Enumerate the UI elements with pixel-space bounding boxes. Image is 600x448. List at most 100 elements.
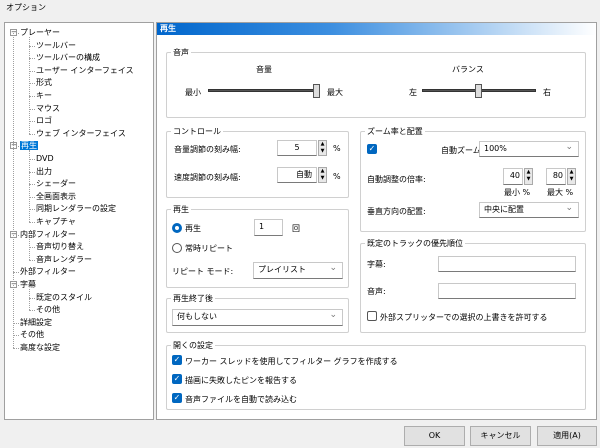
tree-connector bbox=[13, 33, 14, 348]
tree-item[interactable]: 形式 bbox=[36, 77, 52, 88]
tree-item[interactable]: DVD bbox=[36, 153, 54, 164]
volume-slider-track[interactable] bbox=[208, 89, 320, 92]
tree-item-label: 出力 bbox=[36, 166, 52, 176]
volume-max-label: 最大 bbox=[327, 88, 343, 97]
volume-step-spinner[interactable]: ▲ ▼ bbox=[318, 140, 327, 156]
group-label: 再生終了後 bbox=[171, 293, 215, 304]
tree-item-label: プレーヤー bbox=[20, 28, 60, 37]
tree-connector bbox=[13, 348, 19, 349]
fit-label: 自動調整の倍率: bbox=[367, 175, 426, 184]
volume-step-input[interactable]: 5 bbox=[277, 140, 317, 156]
min-zoom-input[interactable]: 40 bbox=[503, 168, 523, 185]
audio-track-label: 音声: bbox=[367, 287, 386, 296]
min-zoom-spinner[interactable]: ▲ ▼ bbox=[524, 168, 533, 185]
percent-label: % bbox=[333, 172, 341, 181]
play-radio-label: 再生 bbox=[185, 224, 201, 233]
tree-item-label: その他 bbox=[36, 305, 60, 315]
times-label: 回 bbox=[292, 224, 300, 233]
vertical-align-label: 垂直方向の配置: bbox=[367, 207, 426, 216]
auto-zoom-select[interactable]: 100% bbox=[479, 140, 579, 157]
tree-item[interactable]: ユーザー インターフェイス bbox=[36, 65, 134, 76]
repeat-radio-label: 常時リピート bbox=[185, 244, 233, 253]
tree-item[interactable]: ツールバー bbox=[36, 40, 76, 51]
tree-connector bbox=[29, 150, 30, 222]
tree-item[interactable]: シェーダー bbox=[36, 178, 76, 189]
worker-thread-label: ワーカー スレッドを使用してフィルター グラフを作成する bbox=[185, 357, 398, 366]
group-label: 開くの設定 bbox=[171, 340, 215, 351]
ok-button[interactable]: OK bbox=[404, 426, 465, 446]
tree-connector bbox=[29, 133, 35, 135]
window-title: オプション bbox=[6, 3, 46, 12]
tree-item-label: 字幕 bbox=[20, 280, 36, 289]
max-zoom-input[interactable]: 80 bbox=[546, 168, 566, 185]
tree-item[interactable]: 出力 bbox=[36, 166, 52, 177]
vertical-align-select[interactable]: 中央に配置 bbox=[479, 201, 579, 218]
tree-item[interactable]: ウェブ インターフェイス bbox=[36, 128, 126, 139]
volume-slider-thumb[interactable] bbox=[313, 84, 320, 98]
tree-item-label: DVD bbox=[36, 154, 54, 163]
tree-item[interactable]: 同期レンダラーの設定 bbox=[36, 203, 116, 214]
tree-connector bbox=[29, 37, 30, 134]
tree-item-label: キー bbox=[36, 91, 52, 100]
tree-item[interactable]: 字幕 bbox=[20, 279, 36, 290]
tree-item[interactable]: 音声切り替え bbox=[36, 241, 84, 252]
tree-item[interactable]: マウス bbox=[36, 103, 60, 114]
min-zoom-label: 最小 % bbox=[504, 188, 531, 197]
percent-label: % bbox=[333, 144, 341, 153]
override-checkbox[interactable] bbox=[367, 311, 377, 321]
auto-load-audio-label: 音声ファイルを自動で読み込む bbox=[185, 395, 297, 404]
max-zoom-label: 最大 % bbox=[547, 188, 574, 197]
tree-item-label: その他 bbox=[20, 330, 44, 340]
play-count-input[interactable]: 1 bbox=[254, 219, 283, 236]
speed-step-input[interactable]: 自動 bbox=[277, 167, 317, 183]
max-zoom-spinner[interactable]: ▲ ▼ bbox=[567, 168, 576, 185]
group-label: ズーム率と配置 bbox=[365, 126, 425, 137]
play-radio[interactable] bbox=[172, 223, 182, 233]
tree-item-label: 高度な設定 bbox=[20, 343, 60, 352]
tree-connector bbox=[29, 238, 30, 260]
repeat-mode-select[interactable]: プレイリスト bbox=[253, 261, 343, 279]
tree-item[interactable]: キー bbox=[36, 90, 52, 101]
tree-item-label: ユーザー インターフェイス bbox=[36, 65, 134, 75]
options-tree[interactable]: プレーヤー − ツールバー ツールバーの構成 ユーザー インターフェイス 形式 キー マウスロ… bbox=[4, 22, 154, 420]
tree-item[interactable]: その他 bbox=[20, 329, 44, 340]
tree-item[interactable]: 既定のスタイル bbox=[36, 292, 92, 303]
subtitle-input[interactable] bbox=[438, 256, 576, 272]
tree-item-label: ツールバー bbox=[36, 40, 76, 50]
worker-thread-checkbox[interactable]: ✓ bbox=[172, 355, 182, 365]
cancel-button[interactable]: キャンセル bbox=[470, 426, 531, 446]
balance-right-label: 右 bbox=[543, 88, 551, 97]
speed-step-spinner[interactable]: ▲ ▼ bbox=[318, 167, 327, 183]
auto-load-audio-checkbox[interactable]: ✓ bbox=[172, 393, 182, 403]
tree-item[interactable]: その他 bbox=[36, 304, 60, 315]
tree-item[interactable]: プレーヤー bbox=[20, 27, 60, 38]
tree-item-label: マウス bbox=[36, 103, 60, 113]
tree-item-label: 詳細設定 bbox=[20, 317, 52, 327]
group-label: 音声 bbox=[171, 47, 191, 58]
volume-step-label: 音量調節の刻み幅: bbox=[174, 145, 241, 154]
page-title: 再生 bbox=[157, 23, 596, 35]
tree-connector bbox=[29, 310, 35, 312]
audio-track-input[interactable] bbox=[438, 283, 576, 299]
report-pins-checkbox[interactable]: ✓ bbox=[172, 374, 182, 384]
tree-item[interactable]: 詳細設定 bbox=[20, 317, 52, 328]
tree-item[interactable]: キャプチャ bbox=[36, 216, 76, 227]
tree-item[interactable]: 外部フィルター bbox=[20, 266, 76, 277]
tree-item[interactable]: ロゴ bbox=[36, 115, 52, 126]
group-label: コントロール bbox=[171, 126, 223, 137]
tree-item[interactable]: 音声レンダラー bbox=[36, 254, 92, 265]
tree-item[interactable]: 全画面表示 bbox=[36, 191, 76, 202]
auto-zoom-checkbox[interactable]: ✓ bbox=[367, 144, 377, 154]
balance-slider-thumb[interactable] bbox=[475, 84, 482, 98]
tree-item[interactable]: ツールバーの構成 bbox=[36, 52, 100, 63]
volume-min-label: 最小 bbox=[185, 88, 201, 97]
balance-label: バランス bbox=[452, 65, 484, 74]
tree-item[interactable]: 高度な設定 bbox=[20, 342, 60, 353]
tree-item-label: ウェブ インターフェイス bbox=[36, 128, 126, 138]
repeat-radio[interactable] bbox=[172, 243, 182, 253]
auto-zoom-label: 自動ズーム: bbox=[441, 146, 484, 155]
group-label: 再生 bbox=[171, 204, 191, 215]
apply-button[interactable]: 適用(A) bbox=[537, 426, 597, 446]
tree-item-label: 音声レンダラー bbox=[36, 254, 92, 264]
after-playback-select[interactable]: 何もしない bbox=[172, 308, 343, 326]
